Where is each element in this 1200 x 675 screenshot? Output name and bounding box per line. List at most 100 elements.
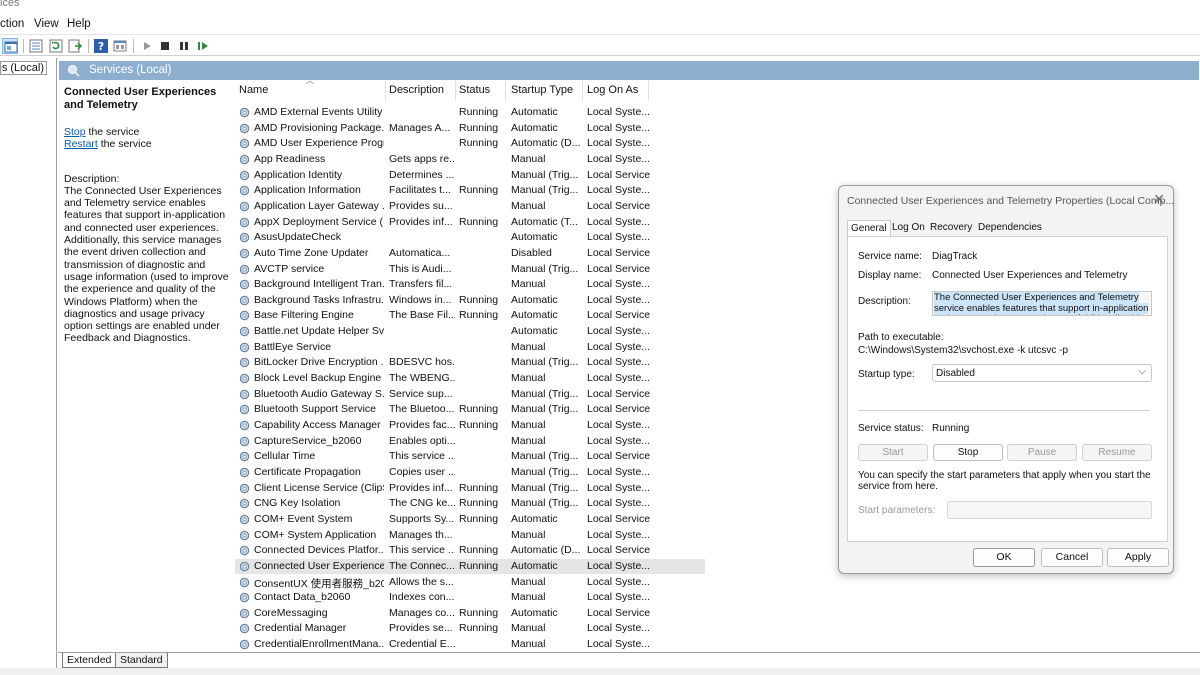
- column-header-name[interactable]: Name: [239, 84, 268, 100]
- apply-button[interactable]: Apply: [1107, 548, 1169, 567]
- table-row[interactable]: AMD Provisioning Package... Manages A... R…: [235, 121, 705, 137]
- gear-icon: [238, 638, 251, 651]
- table-row[interactable]: Battle.net Update Helper Svc Automatic Loc…: [235, 324, 705, 340]
- cell-name: Application Identity: [254, 168, 343, 181]
- table-row[interactable]: CaptureService_b2060 Enables opti... Manua…: [235, 434, 705, 450]
- menu-view[interactable]: View: [34, 18, 59, 30]
- stop-icon[interactable]: [157, 38, 173, 54]
- cell-log-on-as: Local Syste...: [587, 465, 651, 478]
- start-parameters-input[interactable]: [947, 501, 1152, 519]
- table-row[interactable]: BattlEye Service Manual Local Syste...: [235, 340, 705, 356]
- service-status-value: Running: [932, 423, 970, 434]
- column-header-status[interactable]: Status: [459, 84, 490, 100]
- path-value: C:\Windows\System32\svchost.exe -k utcsv…: [858, 345, 1069, 356]
- cancel-button[interactable]: Cancel: [1041, 548, 1103, 567]
- stop-service-link[interactable]: Stop: [64, 126, 86, 138]
- cell-name: AVCTP service: [254, 262, 325, 275]
- properties-icon[interactable]: [112, 38, 128, 54]
- table-row[interactable]: Client License Service (ClipS... Provides…: [235, 481, 705, 497]
- tab-extended[interactable]: Extended: [62, 653, 117, 668]
- table-row[interactable]: Bluetooth Audio Gateway S... Service sup.…: [235, 387, 705, 403]
- table-row[interactable]: ConsentUX 使用者服務_b2060 Allows the s... Manu…: [235, 575, 705, 591]
- column-separator[interactable]: [505, 81, 506, 101]
- play-icon[interactable]: [139, 38, 155, 54]
- table-row[interactable]: CNG Key Isolation The CNG ke... Running Man…: [235, 496, 705, 512]
- table-row[interactable]: Capability Access Manager ... Provides fa…: [235, 418, 705, 434]
- cell-status: Running: [459, 622, 499, 635]
- tab-general[interactable]: General: [847, 220, 891, 237]
- column-separator[interactable]: [385, 81, 386, 101]
- description-textbox[interactable]: The Connected User Experiences and Telem…: [932, 291, 1152, 316]
- table-row[interactable]: App Readiness Gets apps re... Manual Local …: [235, 152, 705, 168]
- table-row[interactable]: AppX Deployment Service (... Provides inf…: [235, 215, 705, 231]
- table-row[interactable]: Base Filtering Engine The Base Fil... Runn…: [235, 308, 705, 324]
- table-row[interactable]: AsusUpdateCheck Automatic Local Syste...: [235, 230, 705, 246]
- column-separator[interactable]: [582, 81, 583, 101]
- menu-action[interactable]: ction: [0, 18, 24, 30]
- restart-icon[interactable]: [195, 38, 211, 54]
- restart-service-link[interactable]: Restart: [64, 138, 98, 150]
- tab-log-on[interactable]: Log On: [889, 220, 928, 236]
- cell-description: Provides fac...: [389, 419, 455, 431]
- view-console-icon[interactable]: [2, 38, 18, 54]
- table-row[interactable]: Connected Devices Platfor... This service…: [235, 543, 705, 559]
- table-row[interactable]: CoreMessaging Manages co... Running Automat…: [235, 606, 705, 622]
- table-row[interactable]: AMD External Events Utility Running Automa…: [235, 105, 705, 121]
- tab-dependencies[interactable]: Dependencies: [975, 220, 1045, 236]
- refresh-icon[interactable]: [48, 38, 64, 54]
- cell-description: Transfers fil...: [389, 278, 453, 291]
- startup-type-select[interactable]: Disabled ⌵: [932, 364, 1152, 382]
- close-icon[interactable]: ✕: [1153, 191, 1165, 208]
- table-row[interactable]: Cellular Time This service ... Manual (Tri…: [235, 449, 705, 465]
- table-row[interactable]: Bluetooth Support Service The Bluetoo... R…: [235, 402, 705, 418]
- table-row[interactable]: COM+ System Application Manages th... Manu…: [235, 528, 705, 544]
- cell-description: This service ...: [389, 450, 455, 463]
- table-row[interactable]: Application Identity Determines ... Manual…: [235, 168, 705, 184]
- ok-button[interactable]: OK: [973, 548, 1035, 567]
- gear-icon: [238, 560, 251, 573]
- cell-name: Capability Access Manager ...: [254, 419, 384, 431]
- display-name-label: Display name:: [858, 270, 922, 281]
- table-row[interactable]: BitLocker Drive Encryption ... BDESVC hos…: [235, 355, 705, 371]
- table-row[interactable]: Background Tasks Infrastru... Windows in.…: [235, 293, 705, 309]
- pause-button[interactable]: Pause: [1007, 444, 1077, 461]
- table-row[interactable]: Application Information Facilitates t... R…: [235, 183, 705, 199]
- cell-description: Manages th...: [389, 528, 453, 541]
- table-row[interactable]: Auto Time Zone Updater Automatica... Disab…: [235, 246, 705, 262]
- cell-log-on-as: Local Syste...: [587, 419, 651, 431]
- table-row[interactable]: CredentialEnrollmentMana... Credential E.…: [235, 637, 705, 653]
- menu-help[interactable]: Help: [67, 18, 91, 30]
- table-row[interactable]: Block Level Backup Engine ... The WBENG..…: [235, 371, 705, 387]
- table-row[interactable]: COM+ Event System Supports Sy... Running Au…: [235, 512, 705, 528]
- cell-startup-type: Manual (Trig...: [511, 497, 579, 510]
- table-row[interactable]: Connected User Experience... The Connec..…: [235, 558, 705, 575]
- table-row[interactable]: Certificate Propagation Copies user ... Ma…: [235, 465, 705, 481]
- table-row[interactable]: Application Layer Gateway ... Provides su…: [235, 199, 705, 215]
- gear-icon: [238, 341, 251, 354]
- table-row[interactable]: AMD User Experience Progr... Running Autom…: [235, 136, 705, 152]
- stop-button[interactable]: Stop: [933, 444, 1003, 461]
- table-row[interactable]: Contact Data_b2060 Indexes con... Manual Lo…: [235, 590, 705, 606]
- column-separator[interactable]: [455, 81, 456, 101]
- tab-standard[interactable]: Standard: [116, 653, 168, 668]
- export-icon[interactable]: [67, 38, 83, 54]
- column-header-log-on-as[interactable]: Log On As: [587, 84, 638, 100]
- table-row[interactable]: Background Intelligent Tran... Transfers …: [235, 277, 705, 293]
- tree-item-services-local[interactable]: ces (Local): [0, 61, 47, 75]
- resume-button[interactable]: Resume: [1082, 444, 1152, 461]
- cell-startup-type: Manual: [511, 638, 546, 651]
- column-header-description[interactable]: Description: [389, 84, 444, 100]
- table-row[interactable]: Credential Manager Provides se... Running M…: [235, 621, 705, 637]
- view-list-icon[interactable]: [28, 38, 44, 54]
- column-separator[interactable]: [648, 81, 649, 101]
- table-row[interactable]: AVCTP service This is Audi... Manual (Trig…: [235, 262, 705, 278]
- start-button[interactable]: Start: [858, 444, 928, 461]
- startup-type-value: Disabled: [936, 368, 975, 379]
- cell-description: The Bluetoo...: [389, 403, 455, 416]
- pause-icon[interactable]: [176, 38, 192, 54]
- tab-recovery[interactable]: Recovery: [927, 220, 975, 236]
- cell-log-on-as: Local Syste...: [587, 184, 651, 197]
- cell-startup-type: Manual: [511, 575, 546, 588]
- column-header-startup-type[interactable]: Startup Type: [511, 84, 573, 100]
- help-icon[interactable]: ?: [93, 38, 109, 54]
